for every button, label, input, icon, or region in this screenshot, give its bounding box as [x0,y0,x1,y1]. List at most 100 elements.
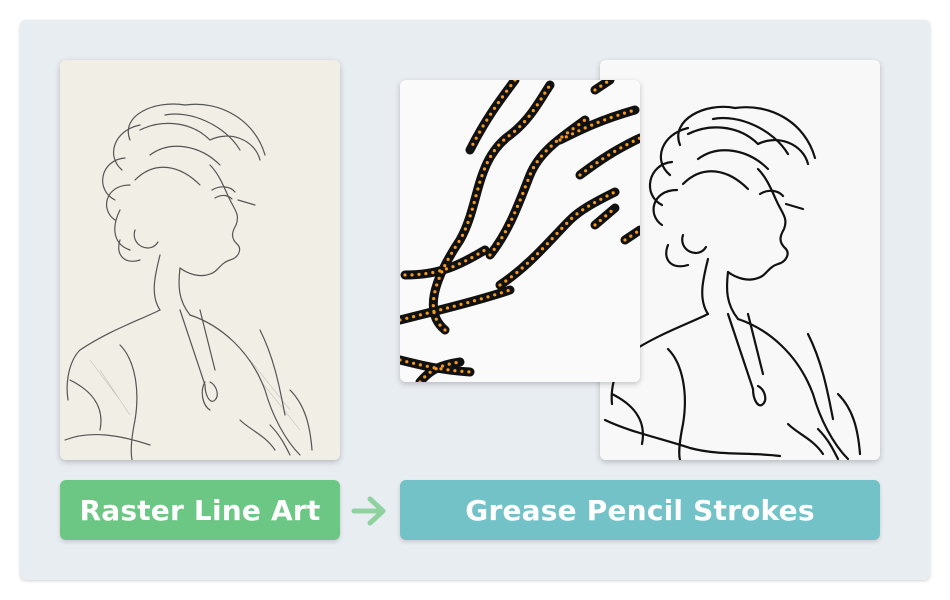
stroke-point [405,360,409,364]
stroke-point [418,363,422,367]
stroke-point [431,304,435,308]
stroke-point [593,223,597,227]
stroke-point [575,212,579,216]
stroke-point [478,180,482,184]
stroke-point [549,144,553,148]
stroke-point [435,283,439,287]
stroke-point [604,214,608,218]
stroke-point [482,167,487,171]
stroke-point [492,149,496,153]
grease-pencil-strokes-label: Grease Pencil Strokes [400,480,880,540]
stroke-point [468,214,472,218]
stroke-point [478,130,482,134]
stroke-point [451,265,455,269]
stroke-point [460,369,464,373]
stroke-point [500,95,505,99]
stroke-point [599,197,603,201]
stroke-point [528,172,532,176]
stroke-point [492,106,497,110]
stroke-detail-zoom [400,80,640,382]
stroke-point [410,273,414,277]
stroke-point [550,237,554,241]
stroke-point [457,262,461,266]
stroke-point [535,103,539,107]
stroke-point [492,247,496,251]
raster-line-art-label: Raster Line Art [60,480,340,540]
stroke-point [445,306,450,310]
stroke-point [536,252,540,256]
vector-strokes-drawing [600,60,880,460]
stroke-point [543,91,547,95]
stroke-point [506,289,510,293]
stroke-point [565,131,570,135]
stroke-point [629,109,633,113]
stroke-point [518,198,522,202]
stroke-point [450,251,454,255]
stroke-point [438,323,442,327]
stroke-point [498,283,502,287]
stroke-point [472,200,476,205]
stroke-point [526,178,530,182]
stroke-point [502,138,506,142]
stroke-point [578,173,582,177]
stroke-point [425,364,429,368]
stroke-point [565,221,569,225]
stroke-point [577,123,581,127]
stroke-point [486,295,490,299]
stroke-point [535,160,539,164]
stroke-point [472,299,477,303]
stroke-point [539,154,544,158]
stroke-point [418,313,422,317]
stroke-point [619,146,623,150]
stroke-point [564,135,568,139]
stroke-point [459,302,463,306]
stroke-point [493,293,497,297]
stroke-point [547,85,551,89]
stroke-point [446,368,450,372]
stroke-point [438,269,442,273]
stroke-point [616,113,620,117]
stroke-point [496,101,500,105]
stroke-point [540,247,545,251]
stroke-point [466,301,470,305]
stroke-point [560,226,564,230]
stroke-point [439,367,443,371]
stroke-point [463,227,467,231]
stroke-point [424,272,428,276]
stroke-point [577,129,581,133]
raster-sketch-drawing [60,60,340,460]
stroke-point [470,256,474,260]
stroke-point [601,157,605,161]
stroke-points-drawing [400,80,640,382]
stroke-point [474,136,478,140]
stroke-point [417,272,421,276]
stroke-point [518,125,522,129]
stroke-point [432,309,436,314]
stroke-point [513,129,517,133]
stroke-point [613,149,617,153]
stroke-point [434,367,438,371]
stroke-point [605,80,609,84]
stroke-point [481,124,485,128]
stroke-point [554,139,558,143]
stroke-point [635,230,639,234]
stroke-point [531,109,535,113]
stroke-point [500,236,504,240]
stroke-point [523,120,527,124]
stroke-point [412,315,416,319]
stroke-point [425,311,429,315]
stroke-point [439,308,443,312]
stroke-point [590,123,594,127]
stroke-point [482,249,486,253]
stroke-point [476,187,480,191]
stroke-point [447,362,451,366]
stroke-point [503,230,507,234]
stroke-point [480,174,484,178]
stroke-point [507,223,511,228]
stroke-point [570,216,574,220]
stroke-point [474,194,478,198]
stroke-point [507,134,511,138]
stroke-point [593,201,597,205]
stroke-point [571,127,575,131]
grease-pencil-result-image [600,60,880,460]
